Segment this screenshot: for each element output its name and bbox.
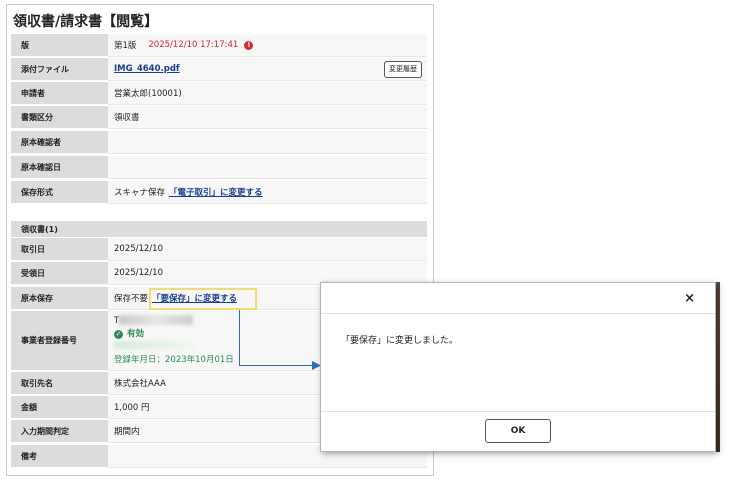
highlight-box bbox=[149, 288, 257, 310]
version-timestamp: 2025/12/10 17:17:41 bbox=[148, 40, 239, 50]
row-value: 領収書 bbox=[108, 106, 427, 129]
row-version: 版 第1版 2025/12/10 17:17:41 ! bbox=[11, 34, 427, 57]
row-applicant: 申請者 営業太郎(10001) bbox=[11, 82, 427, 105]
row-attachment: 添付ファイル IMG_4640.pdf 変更履歴 bbox=[11, 58, 427, 81]
dialog-header: × bbox=[321, 283, 715, 314]
row-orig-checker: 原本確認者 bbox=[11, 131, 427, 154]
version-value: 第1版 bbox=[114, 41, 137, 51]
row-label: 書類区分 bbox=[11, 106, 108, 129]
row-value: 2025/12/10 bbox=[108, 238, 427, 261]
page-title: 領収書/請求書【閲覧】 bbox=[13, 14, 159, 30]
check-circle-icon: ✓ bbox=[114, 329, 123, 339]
row-label: 原本確認日 bbox=[11, 156, 108, 179]
row-value: IMG_4640.pdf 変更履歴 bbox=[108, 58, 427, 81]
connector-line bbox=[239, 365, 315, 366]
registration-date: 登録年月日：2023年10月01日 bbox=[114, 354, 234, 365]
storage-format-value: スキャナ保存 bbox=[114, 188, 166, 198]
section-receipt: 領収書(1) bbox=[11, 221, 427, 237]
dialog-footer bbox=[321, 411, 715, 412]
row-label: 事業者登録番号 bbox=[11, 311, 108, 371]
ok-button[interactable]: OK bbox=[485, 419, 551, 443]
row-label: 版 bbox=[11, 34, 108, 57]
row-value: 第1版 2025/12/10 17:17:41 ! bbox=[108, 34, 427, 57]
row-trade-date: 取引日 2025/12/10 bbox=[11, 238, 427, 261]
row-label: 添付ファイル bbox=[11, 58, 108, 81]
row-label: 申請者 bbox=[11, 82, 108, 105]
registration-status: ✓ 有効 bbox=[114, 328, 144, 341]
row-label: 取引先名 bbox=[11, 372, 108, 395]
history-button[interactable]: 変更履歴 bbox=[384, 61, 422, 78]
confirmation-dialog: × 「要保存」に変更しました。 OK bbox=[320, 282, 716, 452]
redacted-name bbox=[114, 340, 196, 354]
row-label: 保存形式 bbox=[11, 181, 108, 204]
change-to-electronic-link[interactable]: 「電子取引」に変更する bbox=[169, 186, 263, 198]
alert-circle-icon[interactable]: ! bbox=[244, 40, 254, 50]
row-value: 営業太郎(10001) bbox=[108, 82, 427, 105]
connector-line bbox=[239, 310, 240, 366]
status-text: 有効 bbox=[127, 328, 145, 339]
row-label: 受領日 bbox=[11, 262, 108, 285]
dialog-message: 「要保存」に変更しました。 bbox=[341, 336, 459, 346]
registration-number: T bbox=[114, 315, 194, 328]
row-doc-type: 書類区分 領収書 bbox=[11, 106, 427, 129]
row-label: 入力期間判定 bbox=[11, 420, 108, 443]
row-label: 備考 bbox=[11, 445, 108, 468]
close-icon[interactable]: × bbox=[684, 291, 695, 306]
row-label: 原本保存 bbox=[11, 287, 108, 310]
redacted-number bbox=[119, 315, 194, 325]
row-label: 金額 bbox=[11, 396, 108, 419]
attachment-link[interactable]: IMG_4640.pdf bbox=[114, 64, 180, 74]
row-value bbox=[108, 156, 427, 179]
row-storage-format: 保存形式 スキャナ保存 「電子取引」に変更する bbox=[11, 181, 427, 204]
row-value: スキャナ保存 「電子取引」に変更する bbox=[108, 181, 427, 204]
row-orig-check-date: 原本確認日 bbox=[11, 156, 427, 179]
row-value bbox=[108, 131, 427, 154]
row-label: 取引日 bbox=[11, 238, 108, 261]
row-label: 原本確認者 bbox=[11, 131, 108, 154]
orig-keep-value: 保存不要 bbox=[114, 294, 149, 304]
